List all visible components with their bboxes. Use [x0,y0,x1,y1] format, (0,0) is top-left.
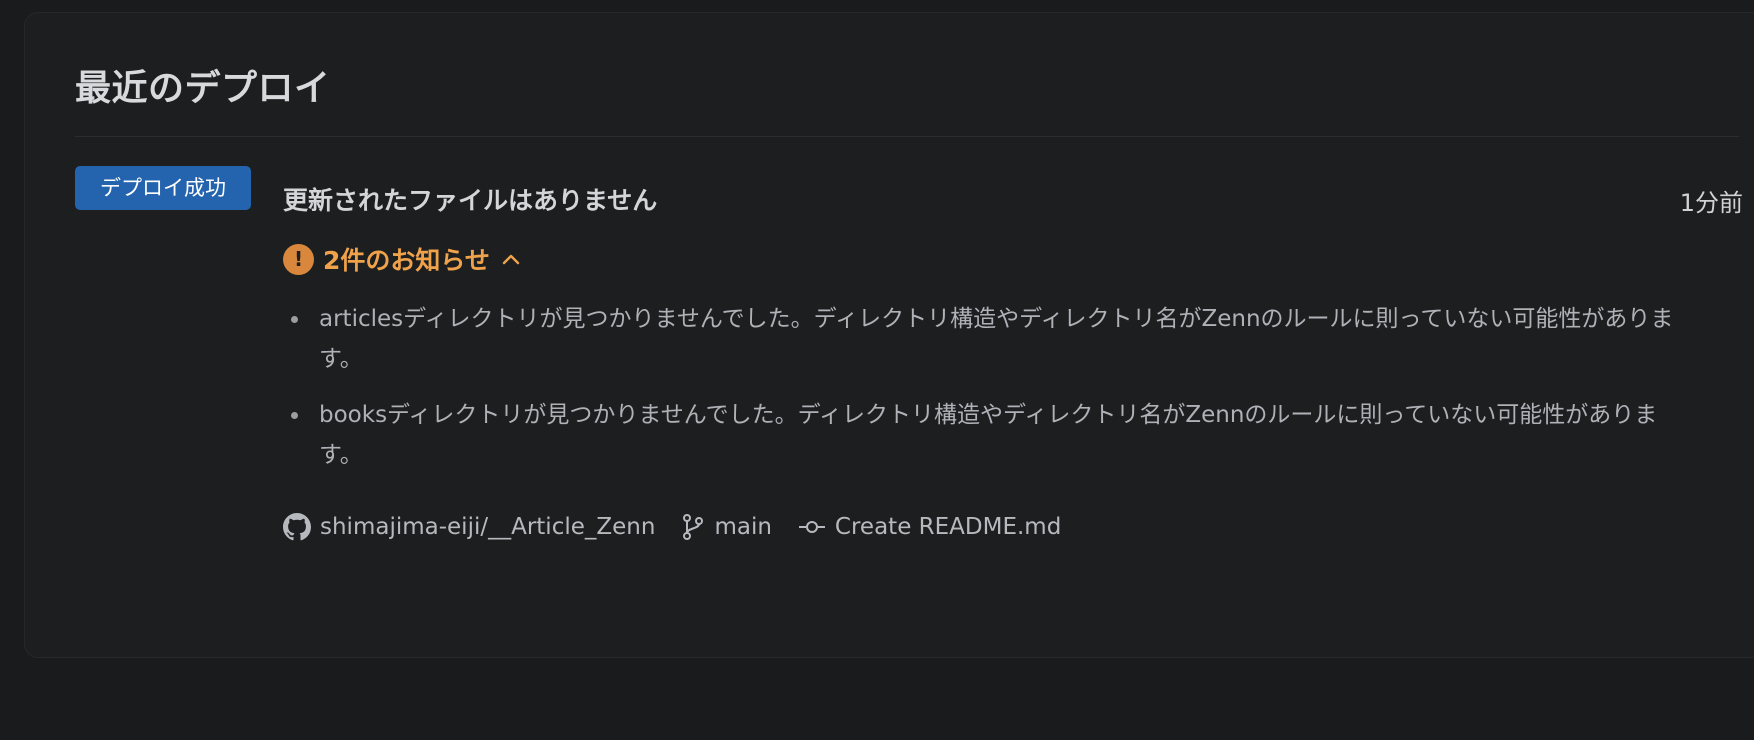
commit-link[interactable]: Create README.md [798,513,1061,541]
notices-toggle[interactable]: ! 2件のお知らせ [283,241,520,277]
git-commit-icon [798,521,825,533]
git-branch-icon [683,514,704,540]
github-icon [283,513,311,541]
warning-circle-icon: ! [283,243,314,275]
notices-toggle-label: 2件のお知らせ [323,246,490,275]
repository-name: shimajima-eiji/__Article_Zenn [320,514,656,540]
status-badge: デプロイ成功 [75,166,251,210]
notice-item: articlesディレクトリが見つかりませんでした。ディレクトリ構造やディレクト… [291,299,1679,379]
commit-message: Create README.md [834,514,1062,540]
divider [75,136,1739,137]
repository-link[interactable]: shimajima-eiji/__Article_Zenn [283,513,655,541]
deploy-time: 1分前 [1679,189,1743,217]
section-title: 最近のデプロイ [75,68,331,109]
deploy-message[interactable]: 更新されたファイルはありません [283,181,657,217]
notices-list: articlesディレクトリが見つかりませんでした。ディレクトリ構造やディレクト… [283,299,1679,491]
chevron-up-icon [502,253,520,265]
notice-item: booksディレクトリが見つかりませんでした。ディレクトリ構造やディレクトリ名が… [291,395,1679,475]
branch-name: main [714,514,772,540]
deploy-meta: shimajima-eiji/__Article_Zenn main Creat… [283,513,1087,541]
recent-deploys-card: 最近のデプロイ デプロイ成功 更新されたファイルはありません 1分前 ! 2件の… [24,12,1754,658]
branch-link[interactable]: main [681,513,772,541]
